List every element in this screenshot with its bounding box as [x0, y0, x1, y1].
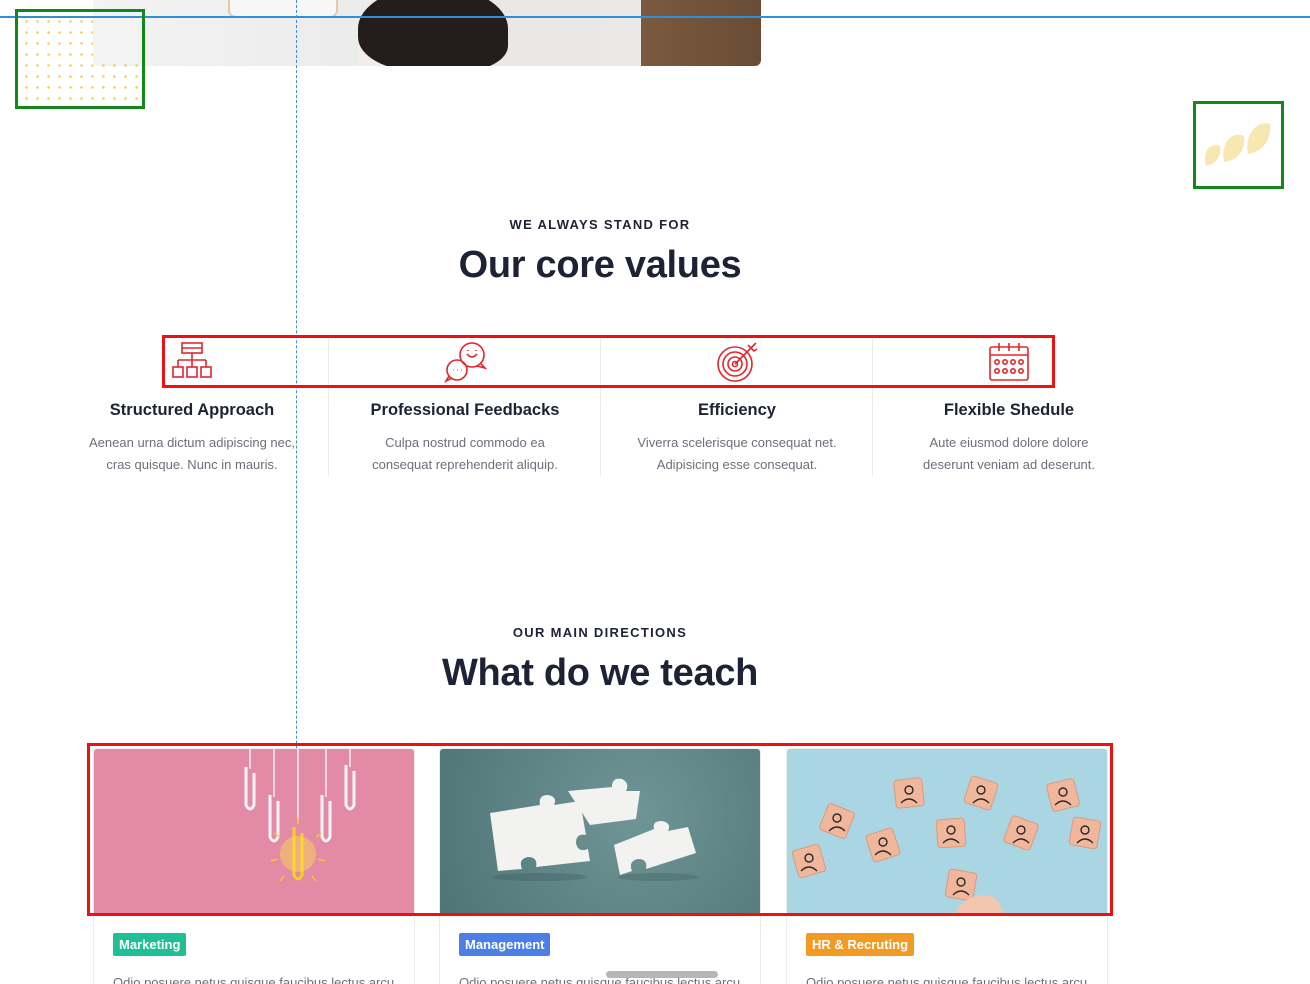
values-eyebrow: WE ALWAYS STAND FOR — [509, 217, 691, 232]
value-description: Viverra scelerisque consequat net. Adipi… — [637, 435, 837, 472]
highlight-box-course-images — [87, 743, 1113, 916]
value-description: Culpa nostrud commodo ea consequat repre… — [372, 435, 558, 472]
course-description: Odio posuere netus quisque faucibus lect… — [806, 975, 1088, 984]
value-title: Flexible Shedule — [943, 401, 1075, 419]
teach-title: What do we teach — [441, 652, 759, 694]
course-description: Odio posuere netus quisque faucibus lect… — [113, 975, 395, 984]
guide-line-horizontal — [0, 16, 1310, 18]
hero-image — [93, 0, 761, 66]
value-title: Professional Feedbacks — [370, 401, 560, 419]
category-tag-hr-recruiting[interactable]: HR & Recruting — [806, 933, 915, 956]
highlight-box-dots — [15, 9, 145, 109]
teach-eyebrow: OUR MAIN DIRECTIONS — [512, 625, 688, 640]
value-description: Aenean urna dictum adipiscing nec, cras … — [89, 435, 295, 472]
category-tag-marketing[interactable]: Marketing — [113, 933, 187, 956]
horizontal-scrollbar-thumb[interactable] — [606, 971, 718, 978]
category-tag-management[interactable]: Management — [459, 933, 551, 956]
value-title: Efficiency — [698, 401, 776, 419]
highlight-box-value-icons — [162, 335, 1055, 388]
values-title: Our core values — [458, 244, 742, 286]
value-description: Aute eiusmod dolore dolore deserunt veni… — [923, 435, 1095, 472]
hair-shape — [358, 0, 508, 66]
value-title: Structured Approach — [109, 401, 275, 419]
highlight-box-leaf — [1193, 101, 1284, 189]
